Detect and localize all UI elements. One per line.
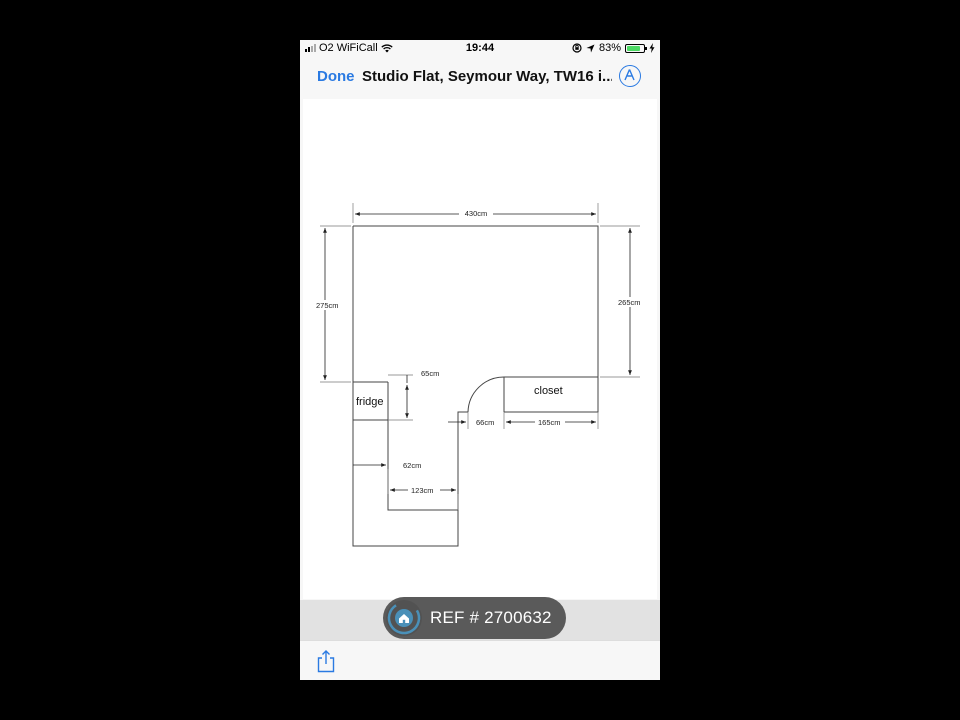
share-icon[interactable]	[315, 649, 337, 673]
dimension-closet-width: 165cm	[538, 418, 561, 427]
phone-screen: O2 WiFiCall 19:44 83% Done Studio Flat, …	[300, 40, 660, 680]
battery-icon	[625, 43, 647, 53]
battery-percent: 83%	[598, 42, 621, 54]
status-bar: O2 WiFiCall 19:44 83%	[300, 40, 660, 58]
charging-icon	[649, 43, 655, 53]
battery-level-fill	[627, 45, 641, 51]
done-button[interactable]: Done	[317, 68, 355, 85]
document-page[interactable]: 430cm 275cm 265cm 65cm 66cm 165cm 62cm 1…	[303, 99, 657, 599]
document-title: Studio Flat, Seymour Way, TW16 i...	[362, 68, 612, 85]
floor-plan-drawing: 430cm 275cm 265cm 65cm 66cm 165cm 62cm 1…	[313, 203, 645, 547]
dimension-top-width: 430cm	[465, 209, 488, 218]
markup-pen-icon[interactable]	[619, 65, 641, 87]
reference-number: REF # 2700632	[430, 608, 552, 627]
closet-label: closet	[534, 385, 563, 397]
door-swing	[467, 376, 505, 413]
fridge-label: fridge	[356, 396, 384, 408]
reference-badge: REF # 2700632	[383, 597, 566, 639]
dimension-lines	[323, 212, 632, 492]
dimension-left-height: 275cm	[316, 301, 339, 310]
dimension-right-height: 265cm	[618, 298, 641, 307]
extension-lines	[320, 203, 640, 510]
orientation-lock-icon	[572, 43, 582, 53]
house-icon	[386, 600, 422, 636]
location-icon	[586, 44, 595, 52]
dimension-alcove-width: 123cm	[411, 486, 434, 495]
navigation-bar: Done Studio Flat, Seymour Way, TW16 i...	[300, 58, 660, 98]
dimension-fridge-width: 62cm	[403, 461, 421, 470]
dimension-door-gap: 66cm	[476, 418, 494, 427]
dimension-fridge-depth: 65cm	[421, 369, 439, 378]
bottom-toolbar	[300, 640, 660, 680]
